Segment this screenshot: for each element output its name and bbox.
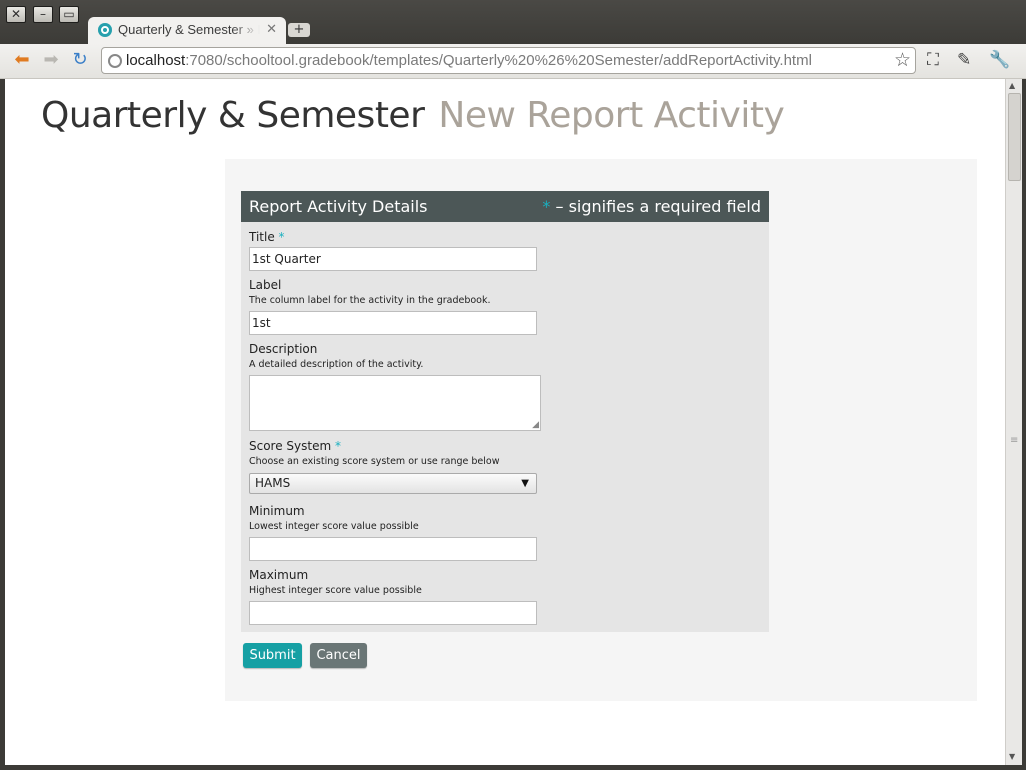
score-system-label-text: Score System — [249, 439, 332, 453]
scroll-up-arrow-icon[interactable]: ▲ — [1009, 81, 1015, 90]
label-input[interactable] — [249, 311, 537, 335]
form-legend: Report Activity Details * – signifies a … — [241, 191, 769, 222]
content-area: Report Activity Details * – signifies a … — [225, 159, 977, 701]
cancel-button[interactable]: Cancel — [310, 643, 367, 668]
url-path: :7080/schooltool.gradebook/templates/Qua… — [185, 52, 812, 69]
maximize-icon[interactable]: ▭ — [59, 6, 79, 23]
scrollbar-thumb[interactable] — [1008, 93, 1021, 181]
label-hint: The column label for the activity in the… — [249, 295, 491, 306]
tab-close-icon[interactable]: ✕ — [266, 22, 277, 37]
page-title-main: Quarterly & Semester — [41, 95, 425, 136]
minimum-label: Minimum — [249, 504, 305, 518]
description-hint: A detailed description of the activity. — [249, 359, 424, 370]
maximum-input[interactable] — [249, 601, 537, 625]
wrench-icon[interactable]: 🔧 — [989, 50, 1010, 70]
maximum-label: Maximum — [249, 568, 309, 582]
minimum-hint: Lowest integer score value possible — [249, 521, 419, 532]
browser-toolbar: ⬅ ➡ ↻ localhost:7080/schooltool.gradeboo… — [0, 44, 1026, 79]
page-viewport: Quarterly & Semester New Report Activity … — [5, 79, 1005, 765]
url-text: localhost:7080/schooltool.gradebook/temp… — [126, 52, 812, 69]
required-star: * — [335, 439, 341, 453]
url-host: localhost — [126, 52, 186, 69]
scroll-down-arrow-icon[interactable]: ▼ — [1009, 752, 1015, 761]
reload-icon[interactable]: ↻ — [68, 49, 92, 71]
title-input[interactable] — [249, 247, 537, 271]
description-label: Description — [249, 342, 318, 356]
close-icon[interactable]: ✕ — [6, 6, 26, 23]
window-titlebar: ✕ – ▭ Quarterly & Semester » New Report … — [0, 0, 1026, 44]
scrollbar-grip-icon: ≡ — [1010, 435, 1019, 446]
back-arrow-icon[interactable]: ⬅ — [10, 49, 34, 71]
tab-title: Quarterly & Semester » New Report Activi… — [118, 22, 260, 37]
score-system-label: Score System * — [249, 439, 341, 453]
required-note: * – signifies a required field — [542, 191, 761, 222]
favicon-icon — [98, 23, 112, 37]
score-system-value: HAMS — [255, 476, 291, 490]
address-bar[interactable]: localhost:7080/schooltool.gradebook/temp… — [101, 47, 916, 74]
bookmark-star-icon[interactable]: ☆ — [894, 49, 911, 71]
resize-handle-icon[interactable]: ◢ — [532, 420, 539, 430]
report-activity-form: Report Activity Details * – signifies a … — [241, 191, 769, 632]
minimum-input[interactable] — [249, 537, 537, 561]
minimize-icon[interactable]: – — [33, 6, 53, 23]
score-system-hint: Choose an existing score system or use r… — [249, 456, 500, 467]
description-textarea[interactable]: ◢ — [249, 375, 541, 431]
dropdown-arrow-icon: ▼ — [521, 478, 529, 489]
page-info-icon[interactable] — [108, 54, 122, 68]
score-system-select[interactable]: HAMS ▼ — [249, 473, 537, 494]
browser-tab[interactable]: Quarterly & Semester » New Report Activi… — [88, 17, 286, 44]
new-tab-button[interactable]: + — [288, 23, 310, 37]
page-actions-icon[interactable]: ⛶ — [927, 50, 939, 70]
maximum-hint: Highest integer score value possible — [249, 585, 422, 596]
title-label: Title * — [249, 230, 285, 244]
pin-icon[interactable]: ✎ — [957, 50, 971, 70]
label-label: Label — [249, 278, 282, 292]
required-star: * — [278, 230, 285, 244]
page-title: Quarterly & Semester New Report Activity — [41, 95, 785, 136]
vertical-scrollbar[interactable]: ▲ ≡ ▼ — [1005, 79, 1022, 765]
submit-button[interactable]: Submit — [243, 643, 302, 668]
page-subtitle: New Report Activity — [438, 95, 785, 136]
title-label-text: Title — [249, 230, 275, 244]
required-note-text: – signifies a required field — [550, 197, 762, 216]
forward-arrow-icon[interactable]: ➡ — [39, 49, 63, 71]
legend-title: Report Activity Details — [249, 197, 428, 216]
